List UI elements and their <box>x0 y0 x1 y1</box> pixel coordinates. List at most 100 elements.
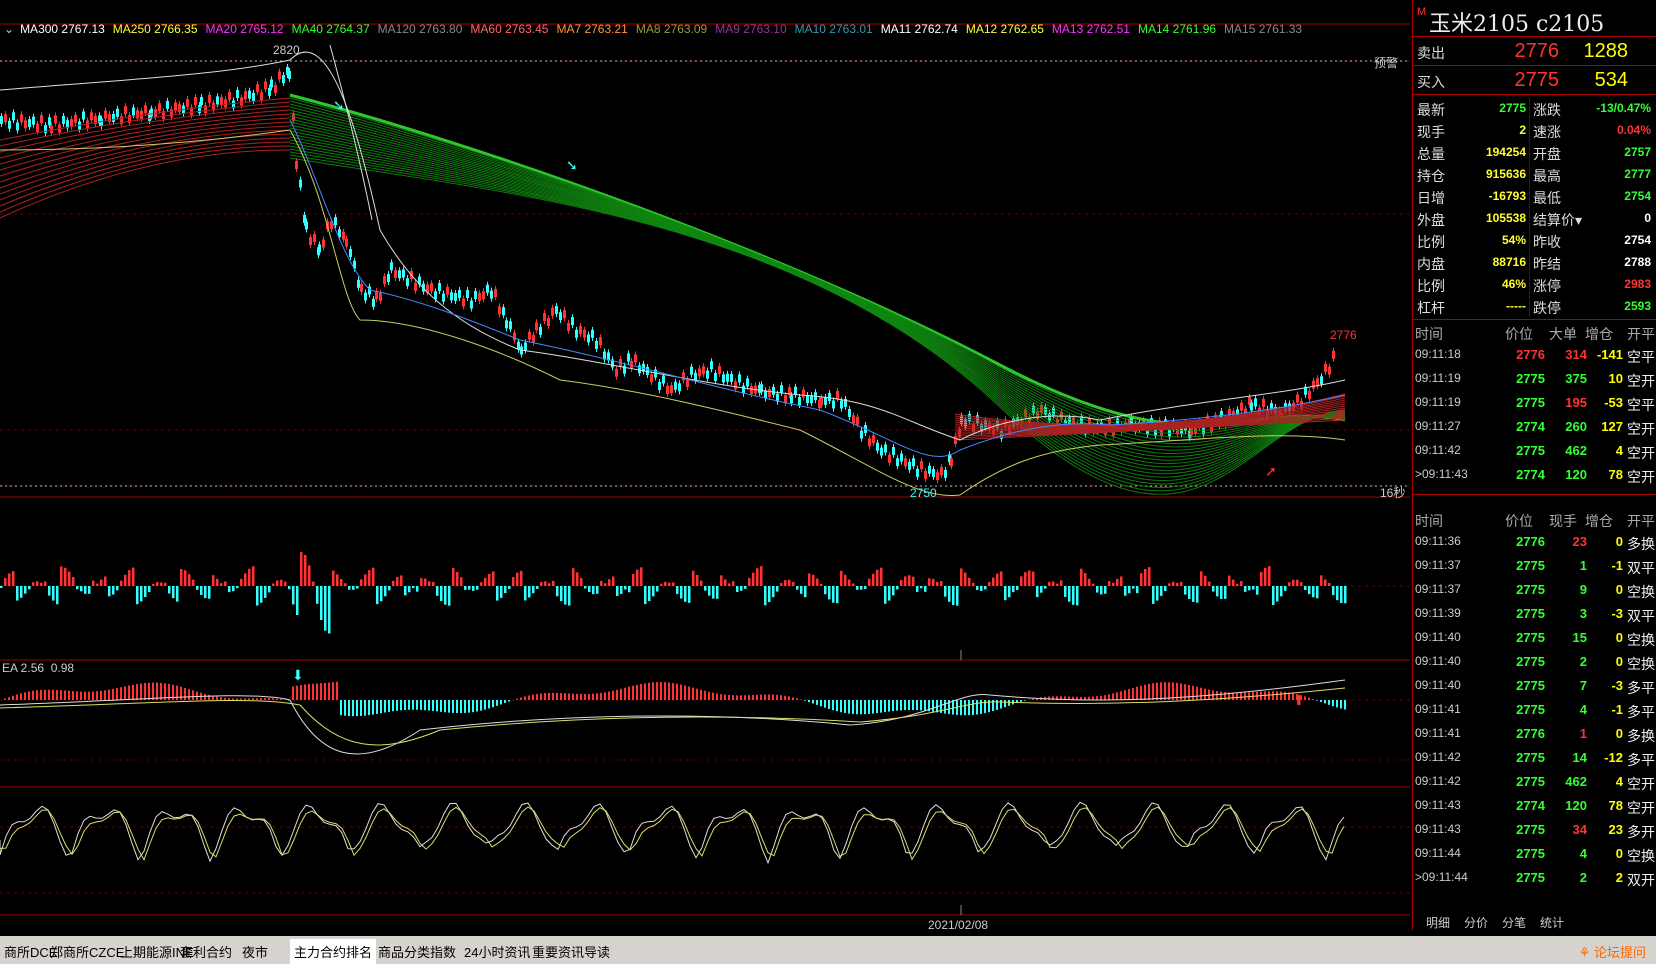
candle-body <box>658 381 661 390</box>
ticks-list[interactable]: 09:11:36 2776 23 0 多换 09:11:37 2775 1 -1 双平 09:11:… <box>1413 529 1656 889</box>
tick-row[interactable]: 09:11:41 2776 1 0 多换 <box>1413 721 1656 745</box>
tick-q: 314 <box>1565 347 1587 362</box>
candle-body <box>166 100 169 109</box>
bottom-tab-7[interactable]: 24小时资讯 <box>460 942 534 961</box>
macd-bar <box>452 700 454 713</box>
volume-bar <box>584 586 587 589</box>
bottom-tab-3[interactable]: 套利合约 <box>176 942 236 961</box>
quote-row: 比例 46% 涨停 2983 <box>1413 273 1656 295</box>
volume-bar <box>408 586 411 593</box>
ma-indicator-4[interactable]: MA120 2763.80 <box>378 22 463 36</box>
volume-bar <box>664 581 667 586</box>
tick-row[interactable]: 09:11:40 2775 7 -3 多平 <box>1413 673 1656 697</box>
quote-label: 速涨 <box>1533 124 1561 140</box>
ma-indicator-9[interactable]: MA10 2763.01 <box>795 22 873 36</box>
macd-bar <box>292 686 294 700</box>
ma-ribbon-line <box>289 106 1346 438</box>
forum-help-link[interactable]: ⚘ 论坛提问 <box>1579 942 1646 961</box>
volume-bar <box>704 586 707 591</box>
candle-body <box>1296 394 1299 403</box>
ma-indicator-5[interactable]: MA60 2763.45 <box>470 22 548 36</box>
macd-bar <box>652 682 654 700</box>
price-chart[interactable]: ➘ ➘ ➚ ⬇ ⬆ <box>0 0 1410 930</box>
volume-bar <box>332 570 335 586</box>
volume-bar <box>1012 586 1015 593</box>
tick-oi: 4 <box>1615 443 1623 458</box>
sidebar-tab-2[interactable]: 分笔 <box>1502 914 1526 931</box>
bottom-tab-8[interactable]: 重要资讯导读 <box>528 942 614 961</box>
ma-indicator-6[interactable]: MA7 2763.21 <box>556 22 627 36</box>
ma-indicator-7[interactable]: MA8 2763.09 <box>636 22 707 36</box>
volume-bar <box>608 579 611 586</box>
ask-row[interactable]: 卖出 2776 1288 <box>1413 37 1656 66</box>
candle-body <box>950 458 953 467</box>
macd-bar <box>756 694 758 700</box>
sidebar-tab-1[interactable]: 分价 <box>1464 914 1488 931</box>
tick-row[interactable]: 09:11:43 2774 120 78 空开 <box>1413 793 1656 817</box>
tick-row[interactable]: 09:11:40 2775 15 0 空换 <box>1413 625 1656 649</box>
tick-row[interactable]: 09:11:19 2775 375 10 空开 <box>1413 366 1656 390</box>
tick-row[interactable]: 09:11:44 2775 4 0 空换 <box>1413 841 1656 865</box>
chevron-down-icon[interactable]: ⌄ <box>4 22 14 36</box>
macd-bar <box>1196 686 1198 700</box>
macd-bar <box>656 682 658 700</box>
ma-indicator-14[interactable]: MA15 2761.33 <box>1224 22 1302 36</box>
volume-bar <box>1004 586 1007 601</box>
macd-bar <box>812 700 814 704</box>
tick-row[interactable]: 09:11:42 2775 462 4 空开 <box>1413 438 1656 462</box>
macd-bar <box>324 682 326 700</box>
sidebar-tab-3[interactable]: 统计 <box>1540 914 1564 931</box>
big-ticks-panel: 时间 价位 大单 增仓 开平 09:11:18 2776 314 -141 空平 09:11:19… <box>1413 320 1656 495</box>
candle-body <box>150 108 153 117</box>
bottom-tab-4[interactable]: 夜市 <box>238 942 272 961</box>
candle-body <box>244 91 247 100</box>
tick-row[interactable]: >09:11:43 2774 120 78 空开 <box>1413 462 1656 486</box>
volume-bar <box>344 583 347 586</box>
candle-body <box>252 92 255 101</box>
tick-row[interactable]: 09:11:37 2775 1 -1 双平 <box>1413 553 1656 577</box>
bid-row[interactable]: 买入 2775 534 <box>1413 66 1656 95</box>
ma-indicator-3[interactable]: MA40 2764.37 <box>292 22 370 36</box>
tick-row[interactable]: 09:11:39 2775 3 -3 双平 <box>1413 601 1656 625</box>
tick-row[interactable]: 09:11:36 2776 23 0 多换 <box>1413 529 1656 553</box>
tick-row[interactable]: 09:11:40 2775 2 0 空换 <box>1413 649 1656 673</box>
tick-row[interactable]: >09:11:44 2775 2 2 双开 <box>1413 865 1656 889</box>
tick-q: 4 <box>1579 702 1587 717</box>
sidebar-tab-0[interactable]: 明细 <box>1426 914 1450 931</box>
macd-bar <box>152 682 154 700</box>
quote-separator <box>1529 207 1530 229</box>
big-ticks-list[interactable]: 09:11:18 2776 314 -141 空平 09:11:19 2775 375 10 空开… <box>1413 342 1656 486</box>
tick-row[interactable]: 09:11:42 2775 14 -12 多平 <box>1413 745 1656 769</box>
macd-bar <box>436 700 438 712</box>
bottom-tab-6[interactable]: 商品分类指数 <box>374 942 460 961</box>
ma-indicator-12[interactable]: MA13 2762.51 <box>1052 22 1130 36</box>
candle-body <box>482 291 485 300</box>
tick-oi: -12 <box>1604 750 1623 765</box>
macd-bar <box>132 684 134 700</box>
ticks-col-header: 大单 <box>1549 326 1577 342</box>
tick-row[interactable]: 09:11:18 2776 314 -141 空平 <box>1413 342 1656 366</box>
tick-row[interactable]: 09:11:27 2774 260 127 空开 <box>1413 414 1656 438</box>
candle-body <box>1250 402 1253 411</box>
tick-row[interactable]: 09:11:19 2775 195 -53 空平 <box>1413 390 1656 414</box>
ma-indicator-1[interactable]: MA250 2766.35 <box>113 22 198 36</box>
ma-indicator-8[interactable]: MA9 2763.10 <box>715 22 786 36</box>
tick-row[interactable]: 09:11:41 2775 4 -1 多平 <box>1413 697 1656 721</box>
macd-bar <box>596 693 598 700</box>
ma-indicator-0[interactable]: MA300 2767.13 <box>20 22 105 36</box>
macd-bar <box>92 691 94 700</box>
quote-label: 昨结 <box>1533 256 1561 272</box>
volume-bar <box>812 574 815 586</box>
ma-indicator-13[interactable]: MA14 2761.96 <box>1138 22 1216 36</box>
tick-t: >09:11:43 <box>1415 467 1468 481</box>
tick-row[interactable]: 09:11:43 2775 34 23 多开 <box>1413 817 1656 841</box>
ma-indicator-2[interactable]: MA20 2765.12 <box>206 22 284 36</box>
tick-row[interactable]: 09:11:42 2775 462 4 空开 <box>1413 769 1656 793</box>
warning-label[interactable]: 预警 <box>1374 54 1398 71</box>
bottom-tab-5[interactable]: 主力合约排名 <box>290 939 377 964</box>
tick-oi: -3 <box>1611 606 1623 621</box>
ma-indicator-10[interactable]: MA11 2762.74 <box>881 22 958 36</box>
ma-indicator-11[interactable]: MA12 2762.65 <box>966 22 1044 36</box>
candle-body <box>638 365 641 374</box>
tick-row[interactable]: 09:11:37 2775 9 0 空换 <box>1413 577 1656 601</box>
